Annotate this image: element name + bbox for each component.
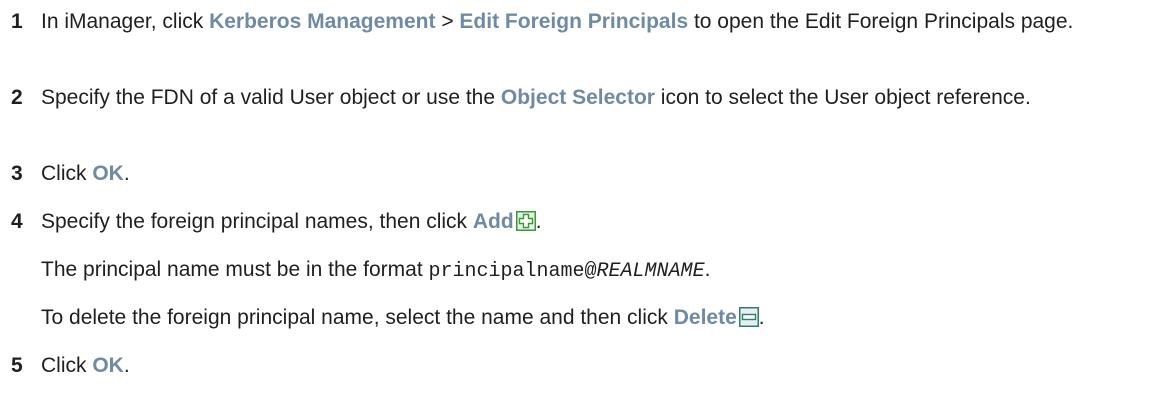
- step-2: 2 Specify the FDN of a valid User object…: [0, 83, 1150, 112]
- note-text: The principal name must be in the format: [41, 258, 429, 281]
- step-text-part: to open the Edit Foreign Principals page…: [688, 10, 1074, 33]
- step-text-part: icon to select the User object reference…: [654, 86, 1031, 109]
- step-text-part: Specify the foreign principal names, the…: [41, 210, 473, 233]
- add-icon: [515, 211, 536, 231]
- step-text-part: .: [535, 210, 542, 233]
- ui-term-ok: OK: [92, 162, 124, 185]
- step-number: 2: [11, 86, 23, 109]
- step-number: 3: [11, 162, 23, 185]
- step-1: 1 In iManager, click Kerberos Management…: [0, 7, 1150, 36]
- note-format: The principal name must be in the format…: [41, 255, 710, 286]
- ui-term-add: Add: [472, 210, 514, 233]
- step-text: Click OK.: [41, 351, 1150, 380]
- ui-term-edit-foreign-principals: Edit Foreign Principals: [459, 10, 689, 33]
- step-text-part: .: [123, 354, 130, 377]
- step-text-part: .: [123, 162, 130, 185]
- step-text: Specify the FDN of a valid User object o…: [41, 83, 1150, 112]
- step-text: Click OK.: [41, 159, 1150, 188]
- code-realm-placeholder: REALMNAME: [596, 260, 705, 283]
- ui-term-delete: Delete: [673, 306, 737, 329]
- step-text: Specify the foreign principal names, the…: [41, 207, 1150, 236]
- step-number: 4: [11, 210, 23, 233]
- menu-separator: >: [435, 10, 460, 33]
- step-3: 3 Click OK.: [0, 159, 1150, 188]
- note-text: To delete the foreign principal name, se…: [41, 306, 674, 329]
- ui-term-object-selector: Object Selector: [500, 86, 655, 109]
- step-text-part: Specify the FDN of a valid User object o…: [41, 86, 501, 109]
- step-text-part: In iManager, click: [41, 10, 210, 33]
- step-text: In iManager, click Kerberos Management >…: [41, 7, 1150, 36]
- note-delete: To delete the foreign principal name, se…: [41, 303, 765, 332]
- ui-term-ok: OK: [92, 354, 124, 377]
- principal-format-code: principalname@REALMNAME: [429, 260, 705, 283]
- step-number: 5: [11, 354, 23, 377]
- procedure: 1 In iManager, click Kerberos Management…: [0, 0, 1162, 393]
- ui-term-kerberos-management: Kerberos Management: [209, 10, 436, 33]
- step-text-part: Click: [41, 162, 93, 185]
- step-5: 5 Click OK.: [0, 351, 1150, 380]
- remove-icon: [738, 307, 759, 327]
- step-4: 4 Specify the foreign principal names, t…: [0, 207, 1150, 236]
- code-text: principalname@: [428, 260, 597, 283]
- note-text: .: [704, 258, 711, 281]
- note-text: .: [758, 306, 765, 329]
- step-number: 1: [11, 10, 23, 33]
- step-text-part: Click: [41, 354, 93, 377]
